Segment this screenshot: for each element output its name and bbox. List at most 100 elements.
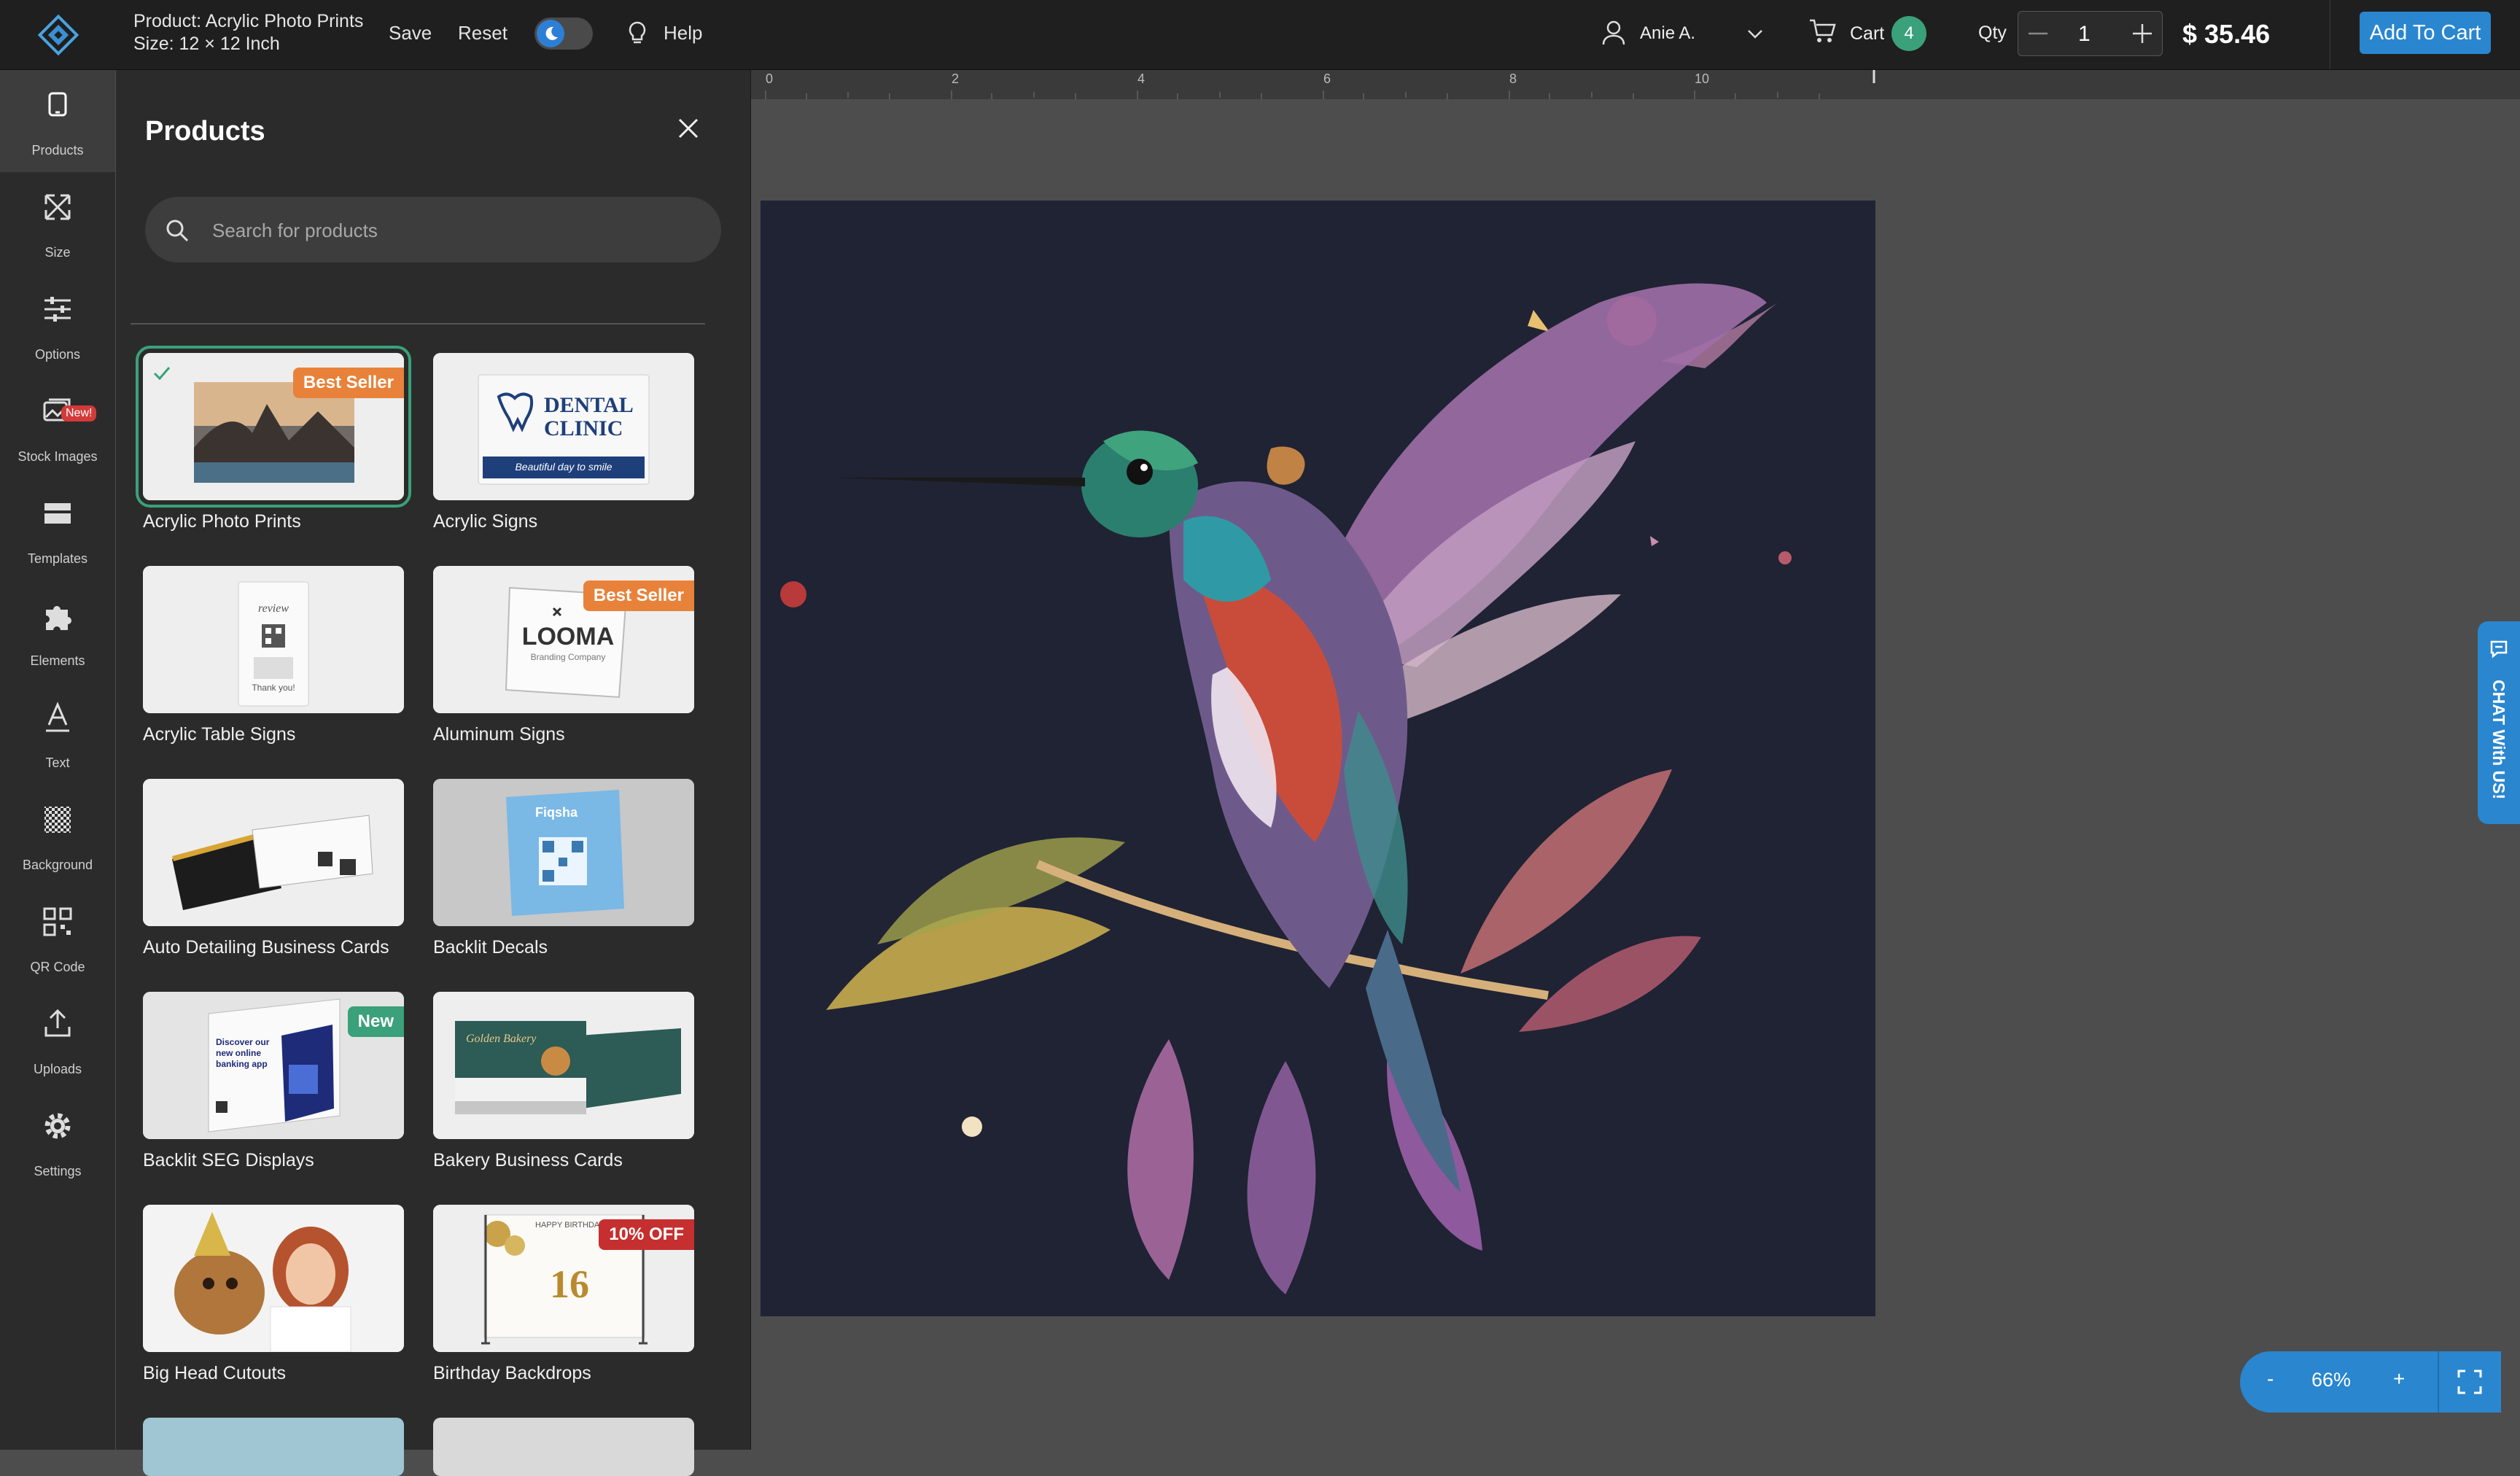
best-seller-badge: Best Seller	[583, 580, 694, 611]
chat-label: CHAT With US!	[2489, 680, 2508, 800]
dental-sign-tagline: Beautiful day to smile	[515, 461, 612, 473]
save-button[interactable]: Save	[389, 22, 432, 44]
search-input[interactable]	[211, 213, 695, 248]
panel-title: Products	[145, 116, 265, 147]
reset-button[interactable]: Reset	[458, 22, 508, 44]
ruler-label: 6	[1323, 71, 1331, 86]
looma-logo-text: LOOMA	[521, 623, 615, 650]
plus-icon[interactable]	[2131, 23, 2153, 44]
help-button[interactable]: Help	[664, 22, 702, 44]
bakery-card-title: Golden Bakery	[466, 1033, 537, 1045]
sidebar-item-label: Uploads	[33, 1062, 82, 1076]
product-card-acrylic-table-signs[interactable]: review Thank you! Acrylic Table Signs	[143, 566, 404, 756]
sidebar-item-label: Text	[45, 756, 70, 770]
big-head-thumbnail	[143, 1205, 404, 1352]
sidebar-item-label: Options	[34, 347, 81, 362]
user-icon[interactable]	[1601, 20, 1626, 46]
sidebar-item-templates[interactable]: Templates	[0, 478, 115, 580]
sidebar-item-label: Templates	[27, 551, 88, 566]
product-summary: Product: Acrylic Photo Prints Size: 12 ×…	[133, 10, 363, 55]
sidebar-item-label: QR Code	[30, 960, 85, 974]
product-card-partial[interactable]	[143, 1418, 404, 1476]
tool-sidebar: Products Size Options New! Stock Images …	[0, 70, 115, 1450]
looma-subtitle: Branding Company	[530, 652, 606, 662]
user-name[interactable]: Anie A.	[1640, 23, 1695, 44]
lightbulb-icon[interactable]	[626, 20, 649, 47]
sidebar-item-label: Products	[31, 143, 84, 158]
product-label: Big Head Cutouts	[143, 1363, 286, 1383]
chat-tab[interactable]: CHAT With US!	[2478, 621, 2520, 824]
dark-mode-toggle[interactable]	[534, 18, 593, 50]
product-thumbnail: Best Seller	[136, 346, 411, 508]
sidebar-item-background[interactable]: Background	[0, 785, 115, 887]
sidebar-item-options[interactable]: Options	[0, 274, 115, 376]
sidebar-item-size[interactable]: Size	[0, 172, 115, 274]
product-card-backlit-decals[interactable]: Fiqsha Backlit Decals	[433, 779, 694, 968]
best-seller-badge: Best Seller	[292, 368, 404, 398]
product-label: Acrylic Signs	[433, 511, 538, 532]
sidebar-item-text[interactable]: Text	[0, 683, 115, 785]
moon-icon	[545, 26, 558, 40]
hummingbird-artwork[interactable]	[761, 201, 1875, 1316]
zoom-level[interactable]: 66%	[2311, 1369, 2351, 1391]
check-icon	[153, 367, 171, 381]
sliders-icon	[44, 297, 71, 322]
add-to-cart-button[interactable]: Add To Cart	[2360, 12, 2491, 54]
ruler-label: 0	[766, 71, 774, 86]
sidebar-item-settings[interactable]: Settings	[0, 1091, 115, 1193]
product-thumbnail: LOOMA Branding Company Best Seller	[433, 566, 694, 713]
ruler-label: 4	[1138, 71, 1146, 86]
seg-display-text: Discover our new online banking app	[216, 1037, 270, 1069]
zoom-in-button[interactable]: +	[2393, 1367, 2405, 1391]
decal-brand-text: Fiqsha	[535, 805, 578, 820]
table-sign-title: review	[257, 602, 289, 615]
ruler-label: 2	[952, 71, 960, 86]
ruler-ticks	[765, 70, 1875, 99]
puzzle-icon	[46, 605, 71, 630]
resize-icon	[44, 194, 71, 220]
product-thumbnail: HAPPY BIRTHDAY 16 10% OFF	[433, 1205, 694, 1352]
sidebar-item-stock-images[interactable]: New! Stock Images	[0, 376, 115, 478]
chevron-down-icon[interactable]	[1745, 24, 1765, 44]
tablet-icon	[48, 92, 67, 117]
quantity-value[interactable]: 1	[2078, 22, 2091, 47]
panel-divider	[131, 323, 705, 325]
product-label: Acrylic Photo Prints	[143, 511, 301, 532]
sidebar-item-uploads[interactable]: Uploads	[0, 989, 115, 1091]
app-logo-icon[interactable]	[36, 13, 80, 57]
close-icon[interactable]	[674, 114, 703, 143]
cart-icon[interactable]	[1808, 18, 1838, 45]
sidebar-item-products[interactable]: Products	[0, 70, 115, 172]
product-card-auto-detailing-business-cards[interactable]: Auto Detailing Business Cards	[143, 779, 404, 968]
horizontal-ruler: 0 2 4 6 8 10	[751, 70, 2520, 99]
product-card-acrylic-signs[interactable]: DENTAL CLINIC Beautiful day to smile Acr…	[433, 353, 694, 543]
ruler-label: 8	[1509, 71, 1517, 86]
gear-icon	[44, 1113, 71, 1139]
cart-count-badge: 4	[1891, 16, 1926, 51]
templates-icon	[44, 503, 71, 524]
product-label: Birthday Backdrops	[433, 1363, 591, 1383]
product-name: Product: Acrylic Photo Prints	[133, 11, 364, 31]
product-card-bakery-business-cards[interactable]: Golden Bakery Bakery Business Cards	[433, 992, 694, 1181]
bakery-cards-thumbnail	[433, 992, 694, 1139]
product-card-backlit-seg-displays[interactable]: Discover our new online banking app New …	[143, 992, 404, 1181]
minus-icon[interactable]	[2027, 23, 2049, 44]
product-label: Acrylic Table Signs	[143, 724, 296, 745]
fullscreen-button[interactable]	[2438, 1351, 2500, 1413]
product-card-birthday-backdrops[interactable]: HAPPY BIRTHDAY 16 10% OFF Birthday Backd…	[433, 1205, 694, 1394]
product-thumbnail: Fiqsha	[433, 779, 694, 926]
cart-label[interactable]: Cart	[1850, 23, 1884, 44]
sidebar-item-label: Stock Images	[18, 449, 98, 464]
design-artboard[interactable]	[761, 201, 1875, 1316]
ruler-label: 10	[1695, 71, 1710, 86]
zoom-out-button[interactable]: -	[2267, 1367, 2274, 1391]
sidebar-item-qr-code[interactable]: QR Code	[0, 887, 115, 989]
quantity-label: Qty	[1978, 23, 2007, 43]
product-card-aluminum-signs[interactable]: LOOMA Branding Company Best Seller Alumi…	[433, 566, 694, 756]
backdrop-number: 16	[550, 1262, 589, 1306]
product-card-partial[interactable]	[433, 1418, 694, 1476]
sidebar-item-elements[interactable]: Elements	[0, 580, 115, 683]
product-card-big-head-cutouts[interactable]: Big Head Cutouts	[143, 1205, 404, 1394]
product-card-acrylic-photo-prints[interactable]: Best Seller Acrylic Photo Prints	[136, 346, 411, 543]
search-icon	[166, 220, 189, 242]
